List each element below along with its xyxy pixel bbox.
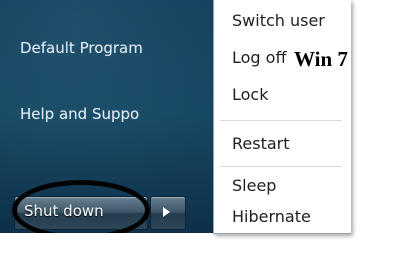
menu-separator xyxy=(220,120,342,121)
menu-item-lock[interactable]: Lock xyxy=(232,85,268,104)
power-options-menu: Switch user Log off Lock Restart Sleep H… xyxy=(213,0,351,234)
menu-item-sleep[interactable]: Sleep xyxy=(232,176,276,195)
shut-down-button[interactable]: Shut down xyxy=(14,196,148,230)
shut-down-label: Shut down xyxy=(24,202,104,220)
menu-separator xyxy=(220,166,342,167)
menu-item-restart[interactable]: Restart xyxy=(232,134,290,153)
right-arrow-icon xyxy=(163,207,170,217)
menu-item-log-off[interactable]: Log off xyxy=(232,48,286,67)
win7-caption: Win 7 xyxy=(294,47,348,71)
help-and-support-item[interactable]: Help and Suppo xyxy=(20,100,139,128)
default-programs-item[interactable]: Default Program xyxy=(20,34,143,62)
menu-item-hibernate[interactable]: Hibernate xyxy=(232,207,311,226)
menu-item-switch-user[interactable]: Switch user xyxy=(232,11,325,30)
shutdown-options-arrow-button[interactable] xyxy=(150,196,186,230)
bottom-edge xyxy=(0,233,253,253)
